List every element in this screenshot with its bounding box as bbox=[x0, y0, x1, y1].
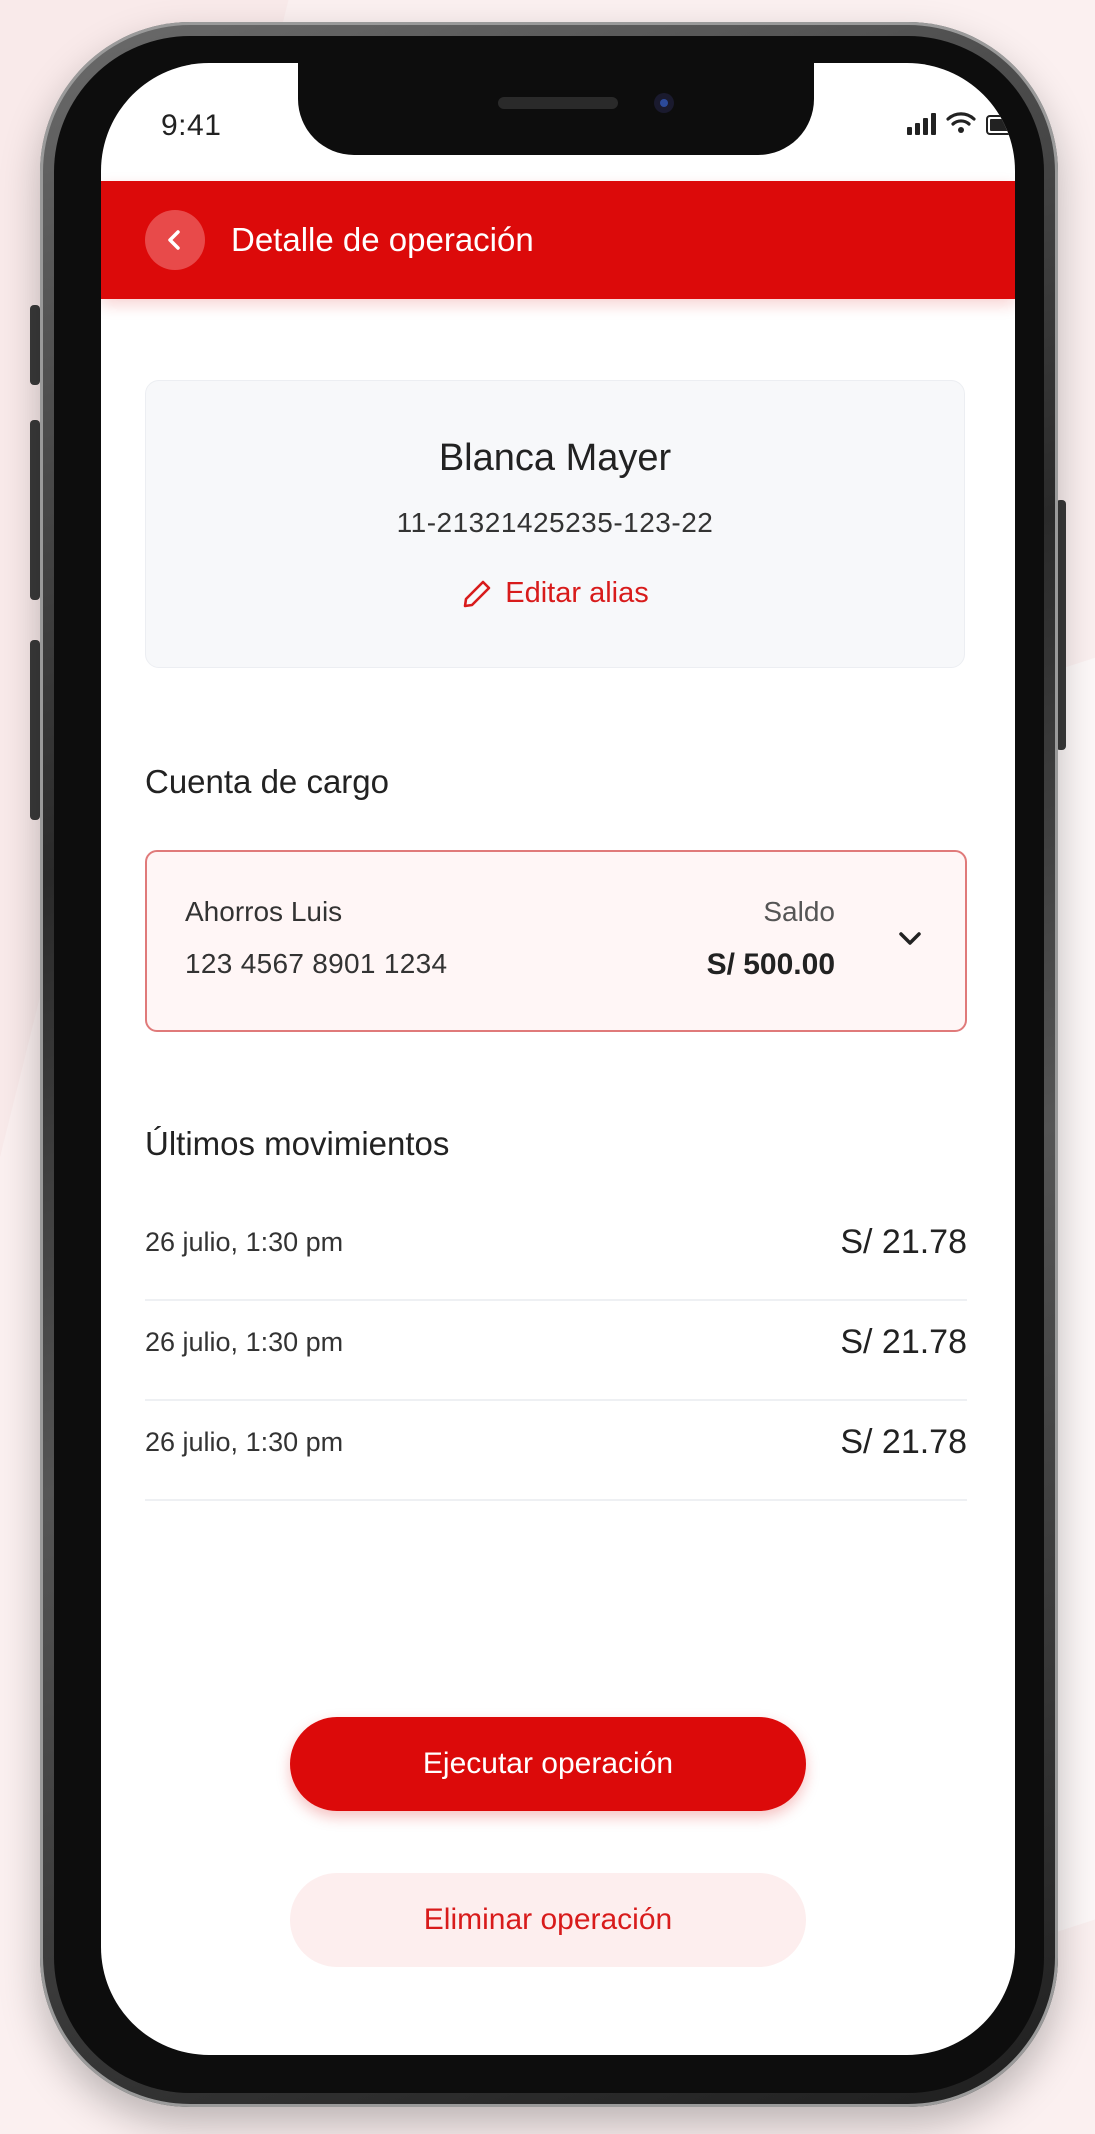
movement-amount: S/ 21.78 bbox=[840, 1323, 967, 1361]
execute-operation-button[interactable]: Ejecutar operación bbox=[290, 1717, 806, 1811]
movement-amount: S/ 21.78 bbox=[840, 1423, 967, 1461]
charge-account-title: Cuenta de cargo bbox=[145, 763, 390, 800]
app-header: Detalle de operación bbox=[101, 181, 1015, 299]
silent-switch bbox=[30, 305, 40, 385]
account-number: 123 4567 8901 1234 bbox=[185, 948, 448, 979]
edit-alias-link[interactable]: Editar alias bbox=[146, 577, 964, 610]
wifi-icon bbox=[946, 112, 976, 133]
pencil-icon bbox=[463, 580, 491, 607]
back-button[interactable] bbox=[145, 210, 205, 270]
status-icons bbox=[907, 111, 1015, 135]
delete-operation-button[interactable]: Eliminar operación bbox=[290, 1873, 806, 1967]
contact-account-number: 11-21321425235-123-22 bbox=[396, 507, 714, 538]
movement-date: 26 julio, 1:30 pm bbox=[145, 1327, 344, 1357]
movements-title: Últimos movimientos bbox=[145, 1125, 450, 1162]
contact-name: Blanca Mayer bbox=[438, 437, 672, 479]
back-arrow-icon bbox=[168, 230, 180, 250]
movement-row[interactable]: 26 julio, 1:30 pm S/ 21.78 bbox=[145, 1403, 967, 1501]
movement-row[interactable]: 26 julio, 1:30 pm S/ 21.78 bbox=[145, 1303, 967, 1401]
phone-notch bbox=[298, 63, 814, 155]
movement-row[interactable]: 26 julio, 1:30 pm S/ 21.78 bbox=[145, 1203, 967, 1301]
balance-label: Saldo bbox=[763, 896, 835, 927]
signal-icon bbox=[907, 111, 936, 135]
volume-up-button bbox=[30, 420, 40, 600]
speaker bbox=[498, 97, 618, 109]
contact-card: Blanca Mayer 11-21321425235-123-22 Edita… bbox=[145, 380, 965, 668]
page-title: Detalle de operación bbox=[231, 221, 534, 258]
edit-alias-label: Editar alias bbox=[505, 577, 649, 609]
charge-account-selector[interactable]: Ahorros Luis 123 4567 8901 1234 Saldo S/… bbox=[145, 850, 967, 1032]
chevron-down-icon bbox=[899, 932, 921, 945]
movement-date: 26 julio, 1:30 pm bbox=[145, 1427, 344, 1457]
volume-down-button bbox=[30, 640, 40, 820]
account-name: Ahorros Luis bbox=[185, 896, 343, 927]
battery-icon bbox=[986, 115, 1015, 135]
movement-amount: S/ 21.78 bbox=[840, 1223, 967, 1261]
front-camera bbox=[654, 93, 674, 113]
balance-value: S/ 500.00 bbox=[706, 948, 835, 981]
movement-date: 26 julio, 1:30 pm bbox=[145, 1227, 344, 1257]
phone-screen: 9:41 Detalle de operación Blanca Mayer 1… bbox=[101, 63, 1015, 2055]
status-time: 9:41 bbox=[161, 109, 222, 142]
